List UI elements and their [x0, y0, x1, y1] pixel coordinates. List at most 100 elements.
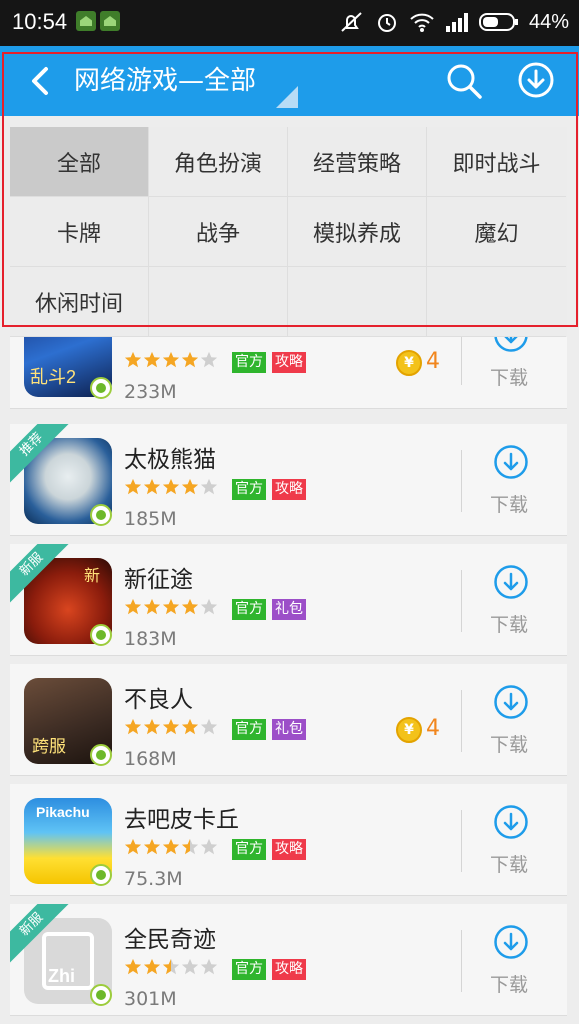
star-icon	[162, 718, 180, 740]
tag-extra: 攻略	[272, 839, 306, 860]
download-button[interactable]: 下载	[490, 490, 528, 517]
app-name[interactable]: 全民奇迹	[124, 920, 216, 954]
download-button[interactable]: 下载	[490, 850, 528, 877]
status-icons: 44%	[339, 8, 569, 36]
category-2[interactable]: 经营策略	[288, 127, 427, 197]
download-icon[interactable]	[493, 684, 529, 720]
verified-badge-icon	[90, 984, 112, 1006]
download-button[interactable]: 下载	[490, 970, 528, 997]
download-icon[interactable]	[493, 564, 529, 600]
star-icon	[124, 958, 142, 980]
app-list-item[interactable]: Zhi 新服 全民奇迹 官方 攻略 301M 下载	[10, 904, 567, 1016]
star-icon	[181, 718, 199, 740]
star-icon	[143, 958, 161, 980]
download-icon[interactable]	[493, 444, 529, 480]
star-icon	[124, 838, 142, 860]
category-label: 即时战斗	[452, 151, 541, 177]
rating-stars	[124, 598, 218, 620]
star-icon	[181, 958, 199, 980]
star-icon	[200, 351, 218, 373]
verified-badge-icon	[90, 504, 112, 526]
star-icon	[200, 958, 218, 980]
tag-official: 官方	[232, 719, 266, 740]
wifi-icon	[410, 13, 434, 32]
divider	[461, 690, 462, 752]
verified-badge-icon	[90, 744, 112, 766]
rating-stars	[124, 958, 218, 980]
app-list-item[interactable]: 新新服 新征途 官方 礼包 183M 下载	[10, 544, 567, 656]
download-icon[interactable]	[493, 804, 529, 840]
category-5[interactable]: 战争	[149, 197, 288, 267]
star-icon	[143, 598, 161, 620]
app-icon-text: 跨服	[32, 737, 66, 756]
star-icon	[124, 598, 142, 620]
category-empty-cell	[149, 267, 288, 337]
app-name[interactable]: 太极熊猫	[124, 440, 216, 474]
shopping-bag-icon	[42, 932, 94, 990]
download-button[interactable]: 下载	[490, 610, 528, 637]
divider	[461, 450, 462, 512]
category-label: 休闲时间	[34, 291, 123, 317]
app-name[interactable]: 不良人	[124, 680, 193, 714]
page-title[interactable]: 网络游戏—全部	[74, 60, 256, 97]
tag-official: 官方	[232, 959, 266, 980]
tag-official: 官方	[232, 352, 266, 373]
download-icon[interactable]	[493, 924, 529, 960]
star-icon	[143, 718, 161, 740]
star-icon	[181, 351, 199, 373]
download-button[interactable]: 下载	[490, 363, 528, 390]
category-empty-cell	[427, 267, 566, 337]
app-size: 185M	[124, 508, 177, 530]
coin-icon: ¥	[396, 350, 422, 376]
battery-percent: 44%	[528, 10, 569, 33]
divider	[461, 930, 462, 992]
app-list-item[interactable]: 推荐 太极熊猫 官方 攻略 185M 下载	[10, 424, 567, 536]
search-icon[interactable]	[444, 61, 484, 101]
coin-icon: ¥	[396, 717, 422, 743]
dropdown-indicator-icon	[276, 86, 298, 108]
category-3[interactable]: 即时战斗	[427, 127, 566, 197]
download-button[interactable]: 下载	[490, 730, 528, 757]
star-icon	[124, 351, 142, 373]
category-1[interactable]: 角色扮演	[149, 127, 288, 197]
coin-count: 4	[426, 716, 440, 741]
category-label: 模拟养成	[312, 221, 401, 247]
category-label: 全部	[56, 151, 101, 177]
category-0[interactable]: 全部	[10, 127, 149, 197]
category-label: 角色扮演	[173, 151, 262, 177]
star-icon	[162, 351, 180, 373]
download-icon[interactable]	[517, 61, 555, 99]
mute-icon	[341, 12, 362, 32]
star-icon	[143, 351, 161, 373]
app-size: 233M	[124, 381, 177, 403]
divider	[461, 570, 462, 632]
back-arrow-icon[interactable]	[26, 64, 56, 98]
app-size: 301M	[124, 988, 177, 1010]
category-label: 经营策略	[312, 151, 401, 177]
app-name[interactable]: 新征途	[124, 560, 193, 594]
status-bar: 10:54 44%	[0, 0, 579, 46]
category-8[interactable]: 休闲时间	[10, 267, 149, 337]
signal-icon	[445, 13, 468, 32]
rating-stars	[124, 351, 218, 373]
category-4[interactable]: 卡牌	[10, 197, 149, 267]
app-name[interactable]: 去吧皮卡丘	[124, 800, 239, 834]
category-6[interactable]: 模拟养成	[288, 197, 427, 267]
app-notification-icon	[100, 11, 120, 31]
rating-stars	[124, 838, 218, 860]
star-icon	[124, 478, 142, 500]
rating-stars	[124, 478, 218, 500]
star-icon	[162, 838, 180, 860]
category-label: 战争	[195, 221, 240, 247]
coin-count: 4	[426, 349, 440, 374]
app-list-item[interactable]: Pikachu 去吧皮卡丘 官方 攻略 75.3M 下载	[10, 784, 567, 896]
category-7[interactable]: 魔幻	[427, 197, 566, 267]
star-icon	[162, 598, 180, 620]
star-icon	[162, 478, 180, 500]
star-icon	[181, 598, 199, 620]
app-list-item[interactable]: 跨服 不良人 官方 礼包 168M ¥4 下载	[10, 664, 567, 776]
battery-icon	[478, 13, 518, 31]
star-icon	[181, 478, 199, 500]
category-label: 魔幻	[474, 221, 519, 247]
tag-extra: 礼包	[272, 599, 306, 620]
